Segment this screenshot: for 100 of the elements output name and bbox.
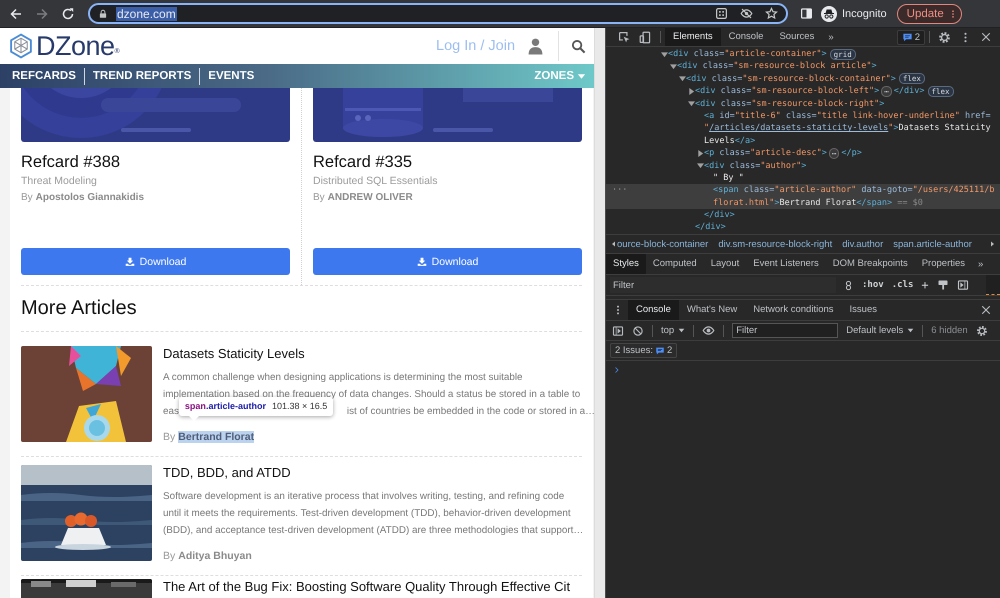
filter-field[interactable]: Filter — [732, 323, 838, 338]
address-bar[interactable]: dzone.com — [88, 3, 788, 24]
incognito-icon — [821, 6, 837, 22]
class-button[interactable]: .cls — [892, 280, 914, 290]
close-icon[interactable] — [980, 304, 992, 316]
disclosure-triangle-icon[interactable] — [679, 75, 686, 82]
section-heading: More Articles — [21, 296, 138, 321]
caret-icon — [678, 327, 686, 334]
scroll-right-icon[interactable] — [988, 240, 996, 248]
levels-dropdown[interactable]: Default levels — [846, 325, 914, 336]
logo-text[interactable]: DZone — [36, 30, 115, 62]
url-text: dzone.com — [116, 6, 177, 20]
breadcrumb[interactable]: div.author — [842, 238, 884, 250]
nav-link[interactable]: EVENTS — [208, 70, 254, 82]
excerpt-text: A common challenge when designing applications is determining the most suitable — [163, 371, 523, 385]
update-button[interactable]: Update — [896, 4, 962, 24]
article-title[interactable]: The Art of the Bug Fix: Boosting Software Quality Through Effective Cit — [163, 579, 582, 595]
clear-icon[interactable] — [632, 324, 644, 336]
disclosure-triangle-icon[interactable] — [661, 50, 668, 58]
message-icon — [655, 346, 666, 356]
scrollbar[interactable] — [594, 28, 605, 598]
article-title[interactable]: TDD, BDD, and ATDD — [163, 465, 582, 481]
tab[interactable]: What's New — [678, 300, 746, 320]
tab[interactable]: Elements — [665, 28, 721, 46]
code-line: <p class="article-desc"> — [704, 147, 827, 160]
size-label: 101.38 × 16.5 — [272, 400, 328, 413]
filter-field[interactable]: Filter — [610, 277, 836, 293]
tab[interactable]: Computed — [646, 254, 704, 274]
tab[interactable]: Network conditions — [745, 300, 842, 320]
user-icon[interactable] — [527, 37, 544, 55]
eye-icon[interactable] — [702, 324, 716, 337]
code-line: " By " — [713, 172, 744, 184]
refcard-title[interactable]: Refcard #388 — [21, 152, 290, 172]
tab[interactable]: Console — [720, 28, 772, 46]
brush-icon[interactable] — [936, 279, 949, 291]
disclosure-triangle-icon[interactable] — [697, 162, 704, 170]
context-dropdown[interactable]: top — [661, 325, 686, 336]
byline-label: By — [163, 550, 176, 562]
side-panel-icon[interactable] — [800, 7, 813, 20]
nav-link[interactable]: TREND REPORTS — [92, 70, 192, 82]
tab[interactable]: Issues — [842, 300, 885, 320]
tab[interactable]: DOM Breakpoints — [826, 254, 915, 274]
reload-icon[interactable] — [60, 6, 76, 22]
more-tabs-button[interactable]: » — [972, 258, 990, 270]
code-line: <div class="sm-resource-block-right"> — [695, 98, 884, 110]
issues-button[interactable]: 2 — [896, 30, 925, 44]
settings-icon[interactable] — [976, 324, 988, 336]
disclosure-triangle-icon[interactable] — [670, 63, 677, 70]
sidebar-icon[interactable] — [612, 324, 624, 336]
byline-label: By — [163, 431, 176, 443]
code-line: </div> — [894, 85, 924, 98]
tab[interactable]: Layout — [704, 254, 746, 274]
code-line: </div> — [695, 221, 726, 234]
caret-icon — [577, 72, 586, 80]
selector-label: span.article-author — [184, 400, 266, 413]
eye-slash-icon[interactable] — [740, 7, 753, 20]
new-rule-button[interactable]: + — [921, 278, 929, 292]
excerpt-text: Software development is an iterative process that involves writing, testing, and refining code — [163, 490, 564, 504]
code-line: <span class="article-author" data-goto="/users/425111/b — [713, 184, 994, 197]
inspect-icon[interactable] — [618, 30, 631, 44]
issues-button[interactable]: 2 Issues: 2 — [610, 343, 678, 358]
close-icon[interactable] — [980, 31, 992, 43]
device-icon[interactable] — [639, 30, 652, 44]
excerpt-text: eas — [163, 405, 179, 419]
tab[interactable]: Event Listeners — [746, 254, 826, 274]
gutter-dots: ··· — [612, 184, 628, 197]
tab[interactable]: Sources — [771, 28, 822, 46]
refcard-title[interactable]: Refcard #335 — [313, 152, 582, 172]
search-icon[interactable] — [571, 38, 586, 54]
tab[interactable]: Properties — [914, 254, 972, 274]
article-title[interactable]: Datasets Staticity Levels — [163, 346, 582, 362]
breadcrumb[interactable]: ource-block-container — [617, 238, 708, 250]
nav-link[interactable]: REFCARDS — [12, 70, 76, 82]
breadcrumb[interactable]: div.sm-resource-block-right — [718, 238, 832, 250]
scroll-left-icon[interactable] — [610, 240, 618, 248]
profile-button[interactable]: Incognito — [821, 6, 887, 22]
more-tabs-button[interactable]: » — [822, 32, 840, 42]
code-line: </p> — [841, 147, 862, 160]
styles-toggle-icon[interactable] — [843, 280, 854, 290]
hexagon-icon — [8, 33, 34, 59]
prompt-chevron-icon[interactable] — [613, 366, 621, 374]
hover-state-button[interactable]: :hov — [862, 280, 884, 290]
download-button[interactable]: Download — [313, 248, 582, 275]
sidebar-icon[interactable] — [956, 279, 969, 291]
star-icon[interactable] — [765, 7, 778, 20]
tab[interactable]: Styles — [606, 254, 646, 274]
message-icon — [902, 32, 913, 42]
code-line: <div class="author"> — [704, 160, 806, 172]
grid-icon[interactable] — [715, 7, 728, 20]
code-line: florat.html">Bertrand Florat</span> == $0 — [713, 196, 923, 210]
disclosure-triangle-icon[interactable] — [697, 150, 704, 157]
caret-icon — [907, 327, 914, 334]
disclosure-triangle-icon[interactable] — [688, 100, 695, 108]
disclosure-triangle-icon[interactable] — [688, 88, 695, 95]
settings-icon[interactable] — [938, 30, 951, 44]
code-line: <a id="title-6" class="title link-hover-underline" href= — [704, 110, 991, 122]
tab[interactable]: Console — [628, 300, 679, 320]
download-button[interactable]: Download — [21, 248, 290, 275]
breadcrumb[interactable]: span.article-author — [893, 238, 972, 250]
author-name[interactable]: Bertrand Florat — [178, 431, 254, 443]
